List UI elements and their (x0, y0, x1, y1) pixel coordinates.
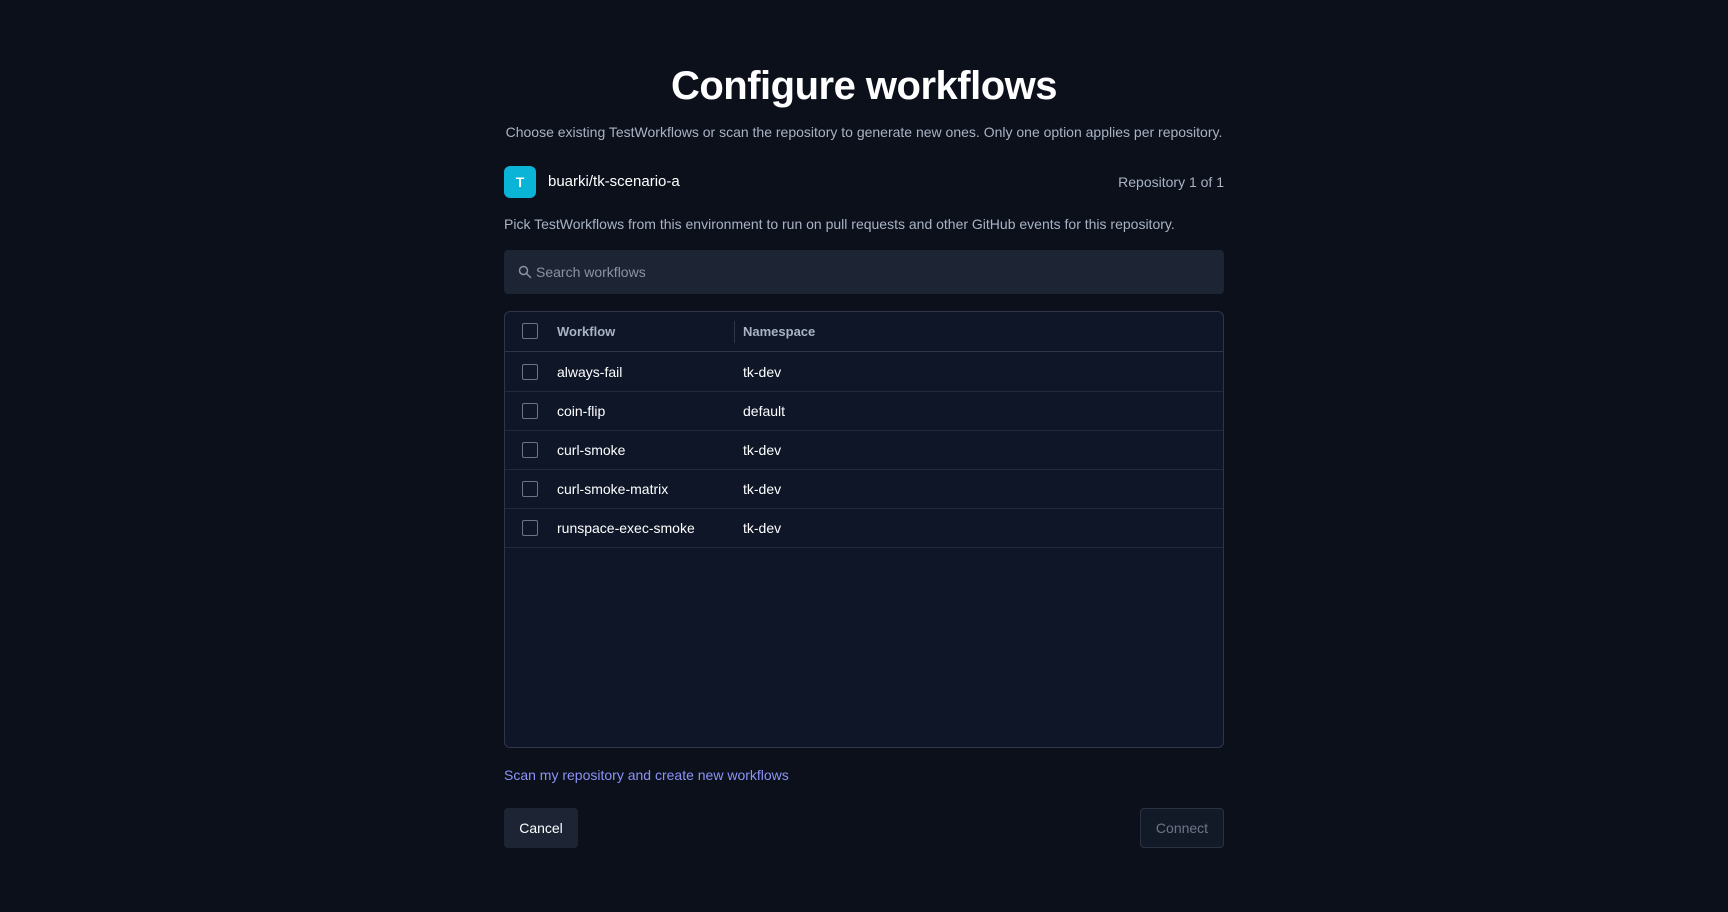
repository-name: buarki/tk-scenario-a (548, 173, 680, 190)
workflows-table: Workflow Namespace always-fail tk-dev co… (504, 311, 1224, 748)
repository-header: T buarki/tk-scenario-a Repository 1 of 1 (504, 166, 1224, 198)
workflow-namespace: tk-dev (743, 481, 782, 497)
workflow-name: coin-flip (557, 403, 606, 419)
search-input[interactable] (536, 250, 1216, 294)
workflow-name: always-fail (557, 364, 623, 380)
column-header-namespace[interactable]: Namespace (743, 324, 815, 339)
connect-button[interactable]: Connect (1140, 808, 1224, 848)
workflow-name: curl-smoke-matrix (557, 481, 669, 497)
helper-text: Pick TestWorkflows from this environment… (504, 216, 1175, 232)
row-checkbox[interactable] (522, 364, 538, 380)
workflow-name: runspace-exec-smoke (557, 520, 695, 536)
table-row[interactable]: curl-smoke tk-dev (505, 431, 1223, 470)
cancel-button[interactable]: Cancel (504, 808, 578, 848)
column-divider[interactable] (734, 321, 735, 343)
table-row[interactable]: curl-smoke-matrix tk-dev (505, 470, 1223, 509)
workflow-namespace: tk-dev (743, 364, 782, 380)
workflow-namespace: default (743, 403, 786, 419)
workflow-namespace: tk-dev (743, 520, 782, 536)
repository-counter: Repository 1 of 1 (1118, 174, 1224, 190)
row-checkbox[interactable] (522, 442, 538, 458)
table-row[interactable]: always-fail tk-dev (505, 353, 1223, 392)
repository-avatar: T (504, 166, 536, 198)
table-row[interactable]: coin-flip default (505, 392, 1223, 431)
row-checkbox[interactable] (522, 403, 538, 419)
select-all-checkbox[interactable] (522, 323, 538, 339)
table-header: Workflow Namespace (505, 312, 1223, 352)
search-icon (518, 265, 532, 279)
page-title: Configure workflows (670, 64, 1058, 108)
page-subtitle: Choose existing TestWorkflows or scan th… (505, 124, 1223, 140)
scan-repository-link[interactable]: Scan my repository and create new workfl… (504, 767, 789, 783)
row-checkbox[interactable] (522, 481, 538, 497)
row-checkbox[interactable] (522, 520, 538, 536)
workflow-name: curl-smoke (557, 442, 626, 458)
search-box[interactable] (504, 250, 1224, 294)
workflow-namespace: tk-dev (743, 442, 782, 458)
column-header-workflow[interactable]: Workflow (557, 324, 615, 339)
table-row[interactable]: runspace-exec-smoke tk-dev (505, 509, 1223, 548)
